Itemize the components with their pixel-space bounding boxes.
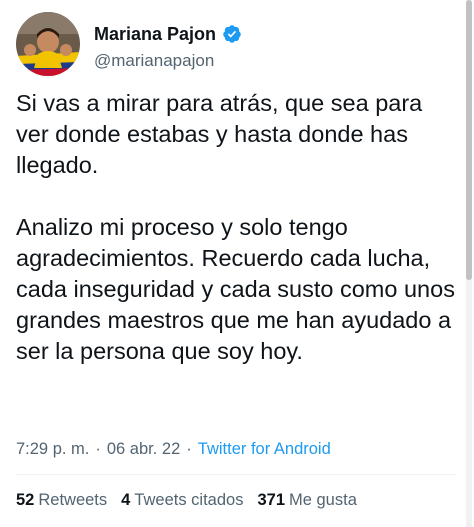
quotes-stat[interactable]: 4 Tweets citados	[121, 491, 243, 510]
retweets-stat[interactable]: 52 Retweets	[16, 491, 107, 510]
display-name[interactable]: Mariana Pajon	[94, 24, 216, 45]
meta-separator: ·	[186, 440, 192, 458]
verified-badge-icon	[223, 25, 241, 43]
tweet-stats: 52 Retweets 4 Tweets citados 371 Me gusta	[16, 491, 371, 510]
retweets-label: Retweets	[38, 491, 108, 509]
meta-separator: ·	[95, 440, 101, 458]
tweet-time[interactable]: 7:29 p. m.	[16, 440, 89, 459]
quotes-count: 4	[121, 491, 131, 509]
tweet-date[interactable]: 06 abr. 22	[107, 440, 180, 459]
handle[interactable]: @marianapajon	[94, 51, 242, 71]
tweet-source-link[interactable]: Twitter for Android	[198, 440, 331, 459]
tweet-meta: 7:29 p. m. · 06 abr. 22 · Twitter for An…	[16, 440, 331, 459]
avatar[interactable]	[16, 12, 80, 76]
retweets-count: 52	[16, 491, 35, 509]
tweet-header: Mariana Pajon @marianapajon	[16, 12, 242, 76]
tweet-text: Si vas a mirar para atrás, que sea para …	[16, 88, 456, 367]
scrollbar-thumb[interactable]	[466, 0, 472, 280]
quotes-label: Tweets citados	[134, 491, 244, 509]
tweet-paragraph: Analizo mi proceso y solo tengo agradeci…	[16, 214, 455, 364]
divider	[16, 474, 456, 475]
likes-label: Me gusta	[289, 491, 357, 509]
tweet-paragraph: Si vas a mirar para atrás, que sea para …	[16, 90, 423, 178]
likes-stat[interactable]: 371 Me gusta	[257, 491, 356, 510]
likes-count: 371	[257, 491, 285, 509]
